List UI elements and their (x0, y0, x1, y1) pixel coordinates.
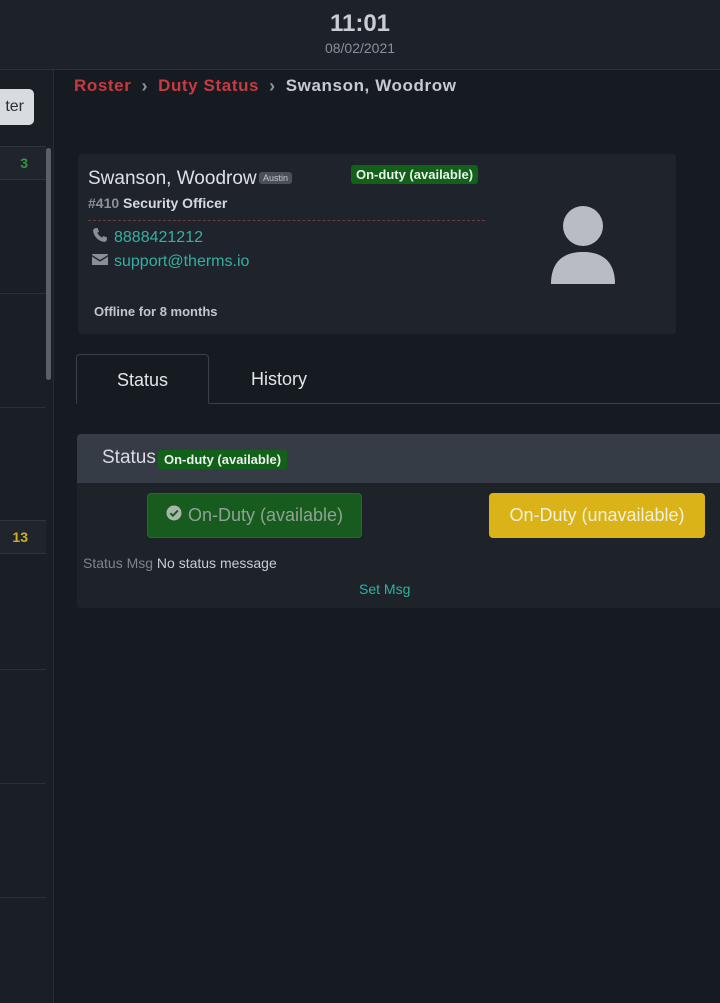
tab-bar: Status History (76, 354, 720, 404)
clock-time: 11:01 (329, 10, 391, 37)
phone-link[interactable]: 8888421212 (114, 229, 203, 247)
sidebar-list-item[interactable] (0, 898, 46, 1003)
offline-status-text: Offline for 8 months (94, 304, 218, 319)
breadcrumb: Roster › Duty Status › Swanson, Woodrow (74, 75, 457, 97)
on-duty-unavailable-button[interactable]: On-Duty (unavailable) (489, 493, 705, 538)
breadcrumb-roster-link[interactable]: Roster (74, 76, 131, 96)
officer-role: Security Officer (123, 195, 228, 211)
sidebar-count-badge[interactable]: 3 (0, 146, 46, 180)
sidebar-list-item[interactable] (0, 670, 46, 784)
filter-button[interactable]: ter (0, 89, 34, 125)
divider (88, 220, 485, 221)
officer-name: Swanson, Woodrow (88, 168, 257, 189)
sidebar-list-item[interactable] (0, 556, 46, 670)
tab-history[interactable]: History (224, 354, 334, 404)
sidebar-scrollbar[interactable] (46, 148, 51, 380)
sidebar-count-badge[interactable]: 13 (0, 520, 46, 554)
roster-sidebar: ter 3 13 (0, 70, 54, 1003)
breadcrumb-current: Swanson, Woodrow (285, 76, 457, 95)
tab-status[interactable]: Status (76, 354, 209, 404)
clock-date: 08/02/2021 (324, 40, 396, 56)
current-status-badge: On-duty (available) (158, 450, 288, 469)
email-row: support@therms.io (92, 252, 249, 271)
badge-number: #410 (88, 195, 120, 211)
status-badge: On-duty (available) (351, 165, 479, 184)
sidebar-list-item[interactable] (0, 180, 46, 294)
officer-profile-card: Swanson, Woodrow Austin On-duty (availab… (78, 154, 676, 334)
status-message-row: Status Msg No status message (83, 555, 277, 571)
phone-row: 8888421212 (92, 227, 203, 248)
sidebar-list-item[interactable] (0, 408, 46, 522)
status-panel: Status On-duty (available) On-Duty (avai… (77, 434, 720, 608)
status-message-label: Status Msg (83, 555, 154, 571)
breadcrumb-duty-status-link[interactable]: Duty Status (158, 76, 259, 96)
officer-id-line: #410 Security Officer (88, 195, 227, 211)
top-status-bar: 11:01 08/02/2021 (0, 0, 720, 70)
sidebar-list-item[interactable] (0, 294, 46, 408)
user-silhouette-icon (545, 204, 621, 286)
on-duty-available-label: On-Duty (available) (187, 505, 344, 525)
chevron-right-icon: › (269, 75, 276, 96)
envelope-icon (92, 252, 108, 271)
status-panel-header: Status On-duty (available) (77, 434, 720, 483)
check-circle-icon (166, 505, 182, 526)
status-message-value: No status message (156, 555, 277, 571)
location-badge: Austin (259, 172, 293, 184)
status-panel-title: Status (102, 447, 156, 468)
phone-icon (92, 227, 108, 248)
email-link[interactable]: support@therms.io (114, 253, 249, 271)
sidebar-list-item[interactable] (0, 784, 46, 898)
on-duty-available-button[interactable]: On-Duty (available) (147, 493, 362, 538)
chevron-right-icon: › (141, 75, 149, 96)
set-message-link[interactable]: Set Msg (359, 581, 410, 597)
